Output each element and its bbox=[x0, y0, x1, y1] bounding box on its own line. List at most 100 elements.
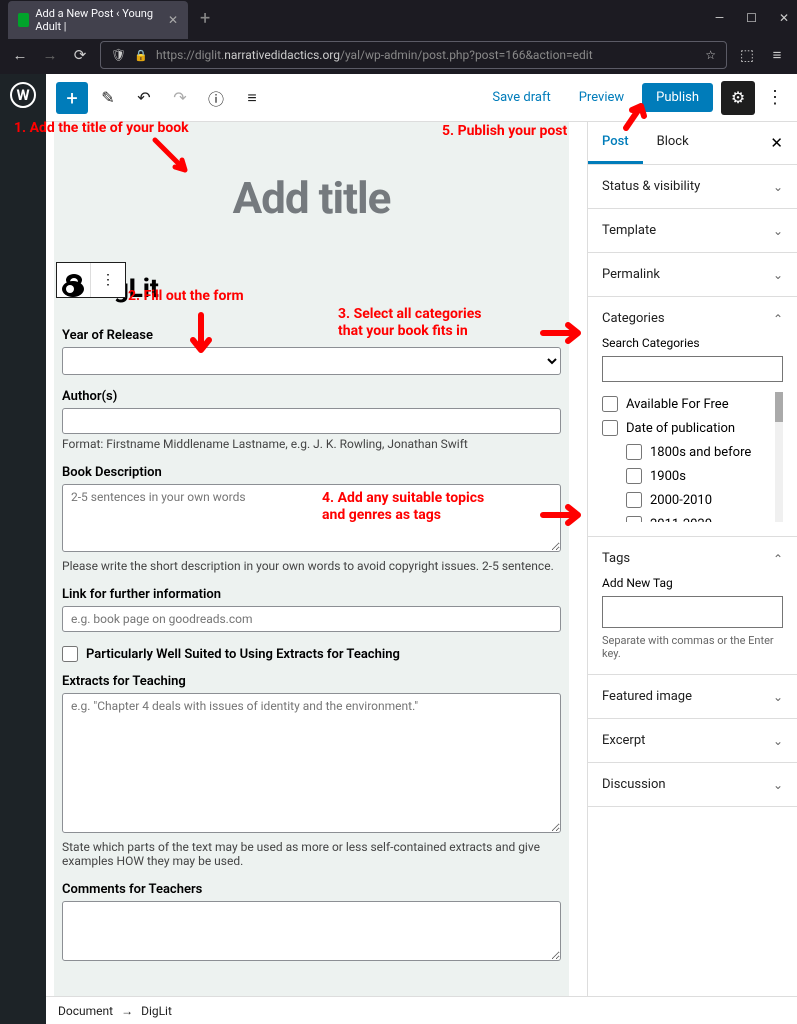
wordpress-logo-icon[interactable]: W bbox=[10, 82, 36, 108]
add-block-button[interactable]: + bbox=[56, 82, 88, 114]
breadcrumb-doc[interactable]: Document bbox=[58, 1004, 113, 1018]
diglit-form: DigLit Year of Release Author(s) Format:… bbox=[54, 254, 569, 999]
publish-button[interactable]: Publish bbox=[642, 83, 713, 112]
cat-label: Date of publication bbox=[626, 421, 735, 436]
block-options-icon[interactable]: ⋮ bbox=[91, 263, 125, 297]
chevron-down-icon: ⌄ bbox=[773, 690, 783, 704]
breadcrumb: Document → DigLit bbox=[46, 996, 797, 1024]
panel-permalink[interactable]: Permalink⌄ bbox=[602, 267, 783, 282]
menu-icon[interactable]: ≡ bbox=[767, 46, 787, 64]
chevron-down-icon: ⌄ bbox=[773, 778, 783, 792]
back-button[interactable]: ← bbox=[10, 46, 30, 64]
cat-checkbox[interactable] bbox=[626, 468, 642, 484]
editor-body: Add title ⋮ DigLit Year of Release bbox=[46, 122, 797, 1024]
search-cat-label: Search Categories bbox=[602, 336, 783, 350]
reload-button[interactable]: ⟳ bbox=[70, 46, 90, 64]
tab-post[interactable]: Post bbox=[588, 122, 643, 164]
breadcrumb-block[interactable]: DigLit bbox=[141, 1004, 172, 1018]
year-select[interactable] bbox=[62, 347, 561, 375]
post-title-input[interactable]: Add title bbox=[94, 172, 529, 224]
panel-discussion[interactable]: Discussion⌄ bbox=[602, 777, 783, 792]
window-controls: — ☐ ✕ bbox=[715, 11, 789, 25]
search-categories-input[interactable] bbox=[602, 356, 783, 382]
tab-title: Add a New Post ‹ Young Adult | bbox=[35, 7, 158, 33]
url-text: https://diglit.narrativedidactics.org/ya… bbox=[156, 48, 697, 62]
favicon bbox=[18, 13, 29, 27]
page-content: W + ✎ ↶ ↷ ⓘ ≡ Save draft Preview Publish… bbox=[0, 74, 797, 1024]
close-sidebar-icon[interactable]: ✕ bbox=[756, 122, 797, 164]
category-list[interactable]: Available For Free Date of publication 1… bbox=[602, 392, 783, 522]
editor: + ✎ ↶ ↷ ⓘ ≡ Save draft Preview Publish ⚙… bbox=[46, 74, 797, 1024]
editor-toolbar: + ✎ ↶ ↷ ⓘ ≡ Save draft Preview Publish ⚙… bbox=[46, 74, 797, 122]
url-bar: ← → ⟳ 🛡 🔒 https://diglit.narrativedidact… bbox=[0, 36, 797, 74]
cat-checkbox[interactable] bbox=[626, 492, 642, 508]
author-input[interactable] bbox=[62, 408, 561, 434]
maximize-icon[interactable]: ☐ bbox=[746, 11, 757, 25]
options-button[interactable]: ⋮ bbox=[763, 87, 787, 108]
suited-checkbox[interactable] bbox=[62, 646, 78, 662]
browser-tab[interactable]: Add a New Post ‹ Young Adult | ✕ bbox=[8, 1, 188, 39]
tag-input[interactable] bbox=[602, 596, 783, 628]
chevron-down-icon: ⌄ bbox=[773, 734, 783, 748]
chevron-down-icon: ⌄ bbox=[773, 268, 783, 282]
outline-icon[interactable]: ≡ bbox=[236, 82, 268, 114]
shield-icon: 🛡 bbox=[111, 48, 126, 62]
cat-checkbox[interactable] bbox=[602, 420, 618, 436]
sidebar-tabs: Post Block ✕ bbox=[588, 122, 797, 165]
cat-label: 1800s and before bbox=[650, 445, 751, 460]
settings-button[interactable]: ⚙ bbox=[721, 81, 755, 115]
chevron-up-icon: ⌃ bbox=[773, 312, 783, 326]
author-label: Author(s) bbox=[62, 389, 561, 404]
author-hint: Format: Firstname Middlename Lastname, e… bbox=[62, 437, 561, 451]
undo-button[interactable]: ↶ bbox=[128, 82, 160, 114]
settings-sidebar: Post Block ✕ Status & visibility⌄ Templa… bbox=[587, 122, 797, 1024]
panel-categories[interactable]: Categories⌃ bbox=[602, 311, 783, 326]
extracts-hint: State which parts of the text may be use… bbox=[62, 840, 561, 868]
preview-button[interactable]: Preview bbox=[569, 84, 634, 111]
diglit-eye-icon bbox=[62, 281, 84, 297]
comments-textarea[interactable] bbox=[62, 901, 561, 961]
panel-featured[interactable]: Featured image⌄ bbox=[602, 689, 783, 704]
cat-label: Available For Free bbox=[626, 397, 729, 412]
link-input[interactable] bbox=[62, 606, 561, 632]
save-draft-button[interactable]: Save draft bbox=[482, 84, 560, 111]
cat-checkbox[interactable] bbox=[602, 396, 618, 412]
pocket-icon[interactable]: ⬚ bbox=[737, 46, 757, 64]
chevron-up-icon: ⌃ bbox=[773, 552, 783, 566]
bookmark-icon[interactable]: ☆ bbox=[705, 48, 716, 62]
comments-label: Comments for Teachers bbox=[62, 882, 561, 897]
desc-hint: Please write the short description in yo… bbox=[62, 559, 561, 573]
close-icon[interactable]: ✕ bbox=[168, 13, 178, 27]
link-label: Link for further information bbox=[62, 587, 561, 602]
cat-label: 2011-2020 bbox=[650, 517, 712, 523]
lock-icon: 🔒 bbox=[134, 49, 148, 62]
desc-textarea[interactable] bbox=[62, 484, 561, 552]
editor-canvas[interactable]: Add title ⋮ DigLit Year of Release bbox=[46, 122, 587, 1024]
extracts-textarea[interactable] bbox=[62, 693, 561, 833]
suited-label: Particularly Well Suited to Using Extrac… bbox=[86, 647, 400, 662]
browser-titlebar: Add a New Post ‹ Young Adult | ✕ + — ☐ ✕ bbox=[0, 0, 797, 36]
cat-checkbox[interactable] bbox=[626, 516, 642, 522]
info-icon[interactable]: ⓘ bbox=[200, 82, 232, 114]
tab-block[interactable]: Block bbox=[643, 122, 703, 164]
new-tab-button[interactable]: + bbox=[200, 8, 210, 29]
panel-template[interactable]: Template⌄ bbox=[602, 223, 783, 238]
tag-hint: Separate with commas or the Enter key. bbox=[602, 634, 783, 660]
cat-checkbox[interactable] bbox=[626, 444, 642, 460]
panel-tags[interactable]: Tags⌃ bbox=[602, 551, 783, 566]
chevron-down-icon: ⌄ bbox=[773, 224, 783, 238]
forward-button: → bbox=[40, 46, 60, 64]
panel-status[interactable]: Status & visibility⌄ bbox=[602, 179, 783, 194]
cat-label: 2000-2010 bbox=[650, 493, 712, 508]
extracts-label: Extracts for Teaching bbox=[62, 674, 561, 689]
diglit-brand: DigLit bbox=[62, 274, 561, 304]
year-label: Year of Release bbox=[62, 328, 561, 343]
minimize-icon[interactable]: — bbox=[715, 11, 724, 25]
wp-admin-bar: W bbox=[0, 74, 46, 1024]
edit-icon[interactable]: ✎ bbox=[92, 82, 124, 114]
desc-label: Book Description bbox=[62, 465, 561, 480]
chevron-down-icon: ⌄ bbox=[773, 180, 783, 194]
close-window-icon[interactable]: ✕ bbox=[779, 11, 789, 25]
panel-excerpt[interactable]: Excerpt⌄ bbox=[602, 733, 783, 748]
address-bar[interactable]: 🛡 🔒 https://diglit.narrativedidactics.or… bbox=[100, 41, 727, 69]
